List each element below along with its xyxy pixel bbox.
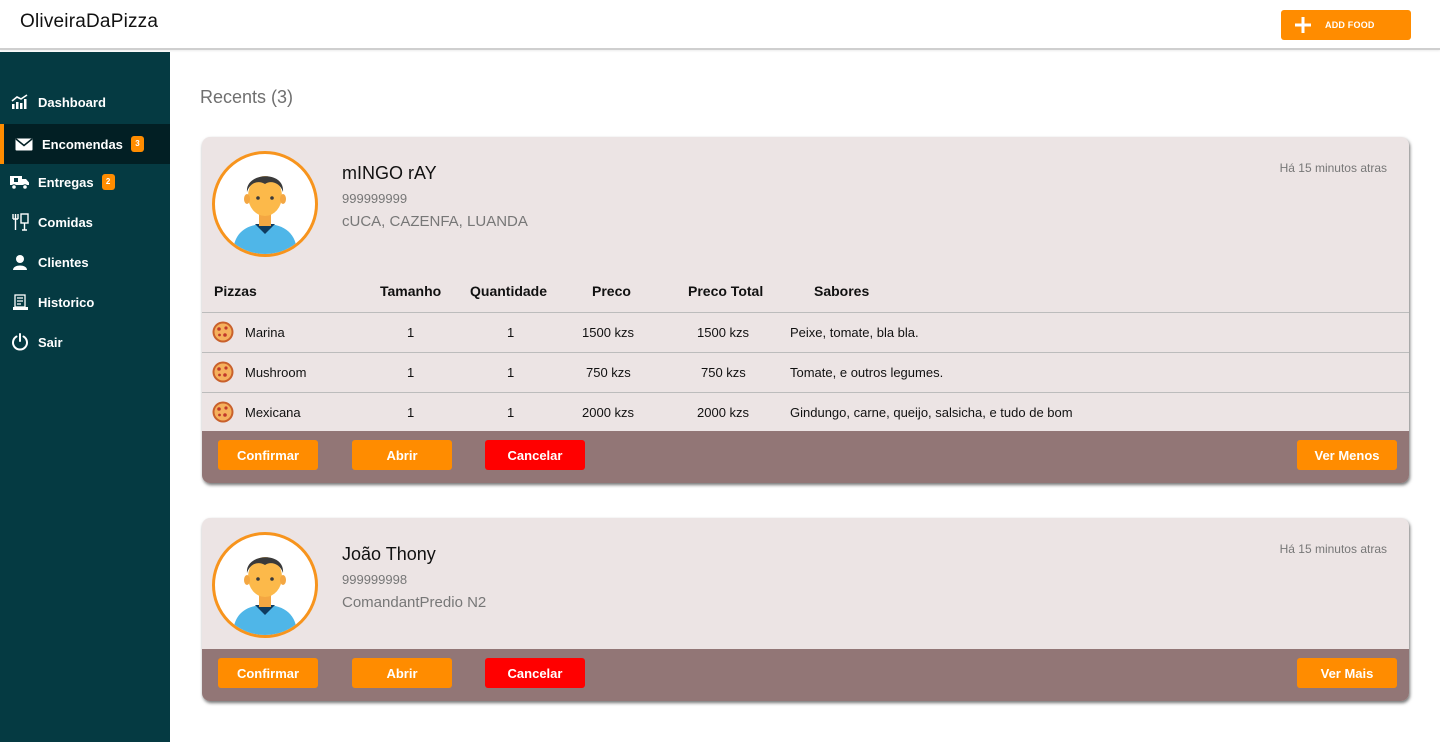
order-actions: Confirmar Abrir Cancelar Ver Mais	[202, 649, 1409, 701]
show-less-button[interactable]: Ver Menos	[1297, 440, 1397, 470]
sidebar-item-label: Entregas	[38, 174, 94, 190]
sidebar-item-label: Clientes	[38, 254, 89, 270]
customer-address: cUCA, CAZENFA, LUANDA	[342, 213, 528, 230]
table-row: Marina 1 1 1500 kzs 1500 kzs Peixe, toma…	[202, 313, 1409, 353]
mail-icon	[4, 137, 42, 151]
table-row: Mushroom 1 1 750 kzs 750 kzs Tomate, e o…	[202, 353, 1409, 393]
column-header: Quantidade	[470, 283, 548, 299]
pizza-icon	[212, 361, 234, 383]
pizza-size: 1	[407, 325, 415, 340]
avatar	[212, 532, 318, 638]
pizza-icon	[212, 321, 234, 343]
column-header: Pizzas	[214, 283, 257, 299]
chart-icon	[0, 94, 38, 110]
sidebar-item-label: Dashboard	[38, 94, 106, 110]
pizza-icon	[212, 401, 234, 423]
pizza-total: 750 kzs	[701, 365, 746, 380]
add-food-label: ADD FOOD	[1325, 20, 1375, 30]
order-card: João Thony 999999998 ComandantPredio N2 …	[202, 518, 1409, 701]
pizza-flavors: Gindungo, carne, queijo, salsicha, e tud…	[790, 405, 1073, 420]
sidebar-item-label: Historico	[38, 294, 95, 310]
cancel-button[interactable]: Cancelar	[485, 658, 585, 688]
column-header: Preco	[592, 283, 631, 299]
user-icon	[0, 254, 38, 270]
count-badge: 3	[130, 136, 144, 152]
sidebar-item-label: Encomendas	[42, 136, 123, 152]
sidebar-item-label: Sair	[38, 334, 63, 350]
sidebar-item-clientes[interactable]: Clientes	[0, 242, 170, 282]
table-header: Pizzas Tamanho Quantidade Preco Preco To…	[202, 275, 1409, 313]
column-header: Tamanho	[380, 283, 442, 299]
sidebar-item-label: Comidas	[38, 214, 93, 230]
show-more-button[interactable]: Ver Mais	[1297, 658, 1397, 688]
pizza-quantity: 1	[507, 365, 515, 380]
power-icon	[0, 333, 38, 351]
confirm-button[interactable]: Confirmar	[218, 658, 318, 688]
add-food-button[interactable]: ADD FOOD	[1281, 10, 1411, 40]
sidebar-item-dashboard[interactable]: Dashboard	[0, 82, 170, 122]
pizza-price: 2000 kzs	[582, 405, 635, 420]
sidebar-item-historico[interactable]: Historico	[0, 282, 170, 322]
pizza-total: 2000 kzs	[697, 405, 750, 420]
customer-name: mINGO rAY	[342, 163, 437, 183]
plus-icon	[1281, 10, 1325, 40]
sidebar-item-sair[interactable]: Sair	[0, 322, 170, 362]
order-time: Há 15 minutos atras	[1279, 542, 1387, 556]
customer-phone: 999999998	[342, 572, 408, 587]
utensils-icon	[0, 213, 38, 231]
confirm-button[interactable]: Confirmar	[218, 440, 318, 470]
open-button[interactable]: Abrir	[352, 658, 452, 688]
order-actions: Confirmar Abrir Cancelar Ver Menos	[202, 431, 1409, 483]
sidebar: Dashboard Encomendas 3 Entregas 2 Comida…	[0, 52, 170, 742]
sidebar-item-encomendas[interactable]: Encomendas 3	[0, 124, 170, 164]
brand-title[interactable]: OliveiraDaPizza	[20, 11, 158, 33]
sidebar-item-comidas[interactable]: Comidas	[0, 202, 170, 242]
history-icon	[0, 293, 38, 311]
table-row: Mexicana 1 1 2000 kzs 2000 kzs Gindungo,…	[202, 393, 1409, 433]
pizza-price: 1500 kzs	[582, 325, 635, 340]
page-title: Recents (3)	[200, 87, 294, 107]
column-header: Sabores	[814, 283, 870, 299]
pizza-quantity: 1	[507, 325, 515, 340]
pizza-flavors: Tomate, e outros legumes.	[790, 365, 944, 380]
cancel-button[interactable]: Cancelar	[485, 440, 585, 470]
pizza-flavors: Peixe, tomate, bla bla.	[790, 325, 919, 340]
order-card: mINGO rAY 999999999 cUCA, CAZENFA, LUAND…	[202, 137, 1409, 483]
top-bar: OliveiraDaPizza ADD FOOD	[0, 0, 1440, 50]
customer-name: João Thony	[342, 544, 436, 564]
customer-address: ComandantPredio N2	[342, 594, 487, 611]
pizza-size: 1	[407, 405, 415, 420]
customer-phone: 999999999	[342, 191, 408, 206]
count-badge: 2	[101, 174, 115, 190]
column-header: Preco Total	[688, 283, 764, 299]
pizza-price: 750 kzs	[586, 365, 631, 380]
pizza-name: Mushroom	[245, 365, 307, 380]
order-table: Pizzas Tamanho Quantidade Preco Preco To…	[202, 275, 1409, 433]
pizza-name: Marina	[245, 325, 285, 340]
pizza-name: Mexicana	[245, 405, 301, 420]
truck-icon	[0, 175, 38, 190]
open-button[interactable]: Abrir	[352, 440, 452, 470]
pizza-total: 1500 kzs	[697, 325, 750, 340]
avatar	[212, 151, 318, 257]
pizza-quantity: 1	[507, 405, 515, 420]
pizza-size: 1	[407, 365, 415, 380]
order-time: Há 15 minutos atras	[1279, 161, 1387, 175]
sidebar-item-entregas[interactable]: Entregas 2	[0, 162, 170, 202]
